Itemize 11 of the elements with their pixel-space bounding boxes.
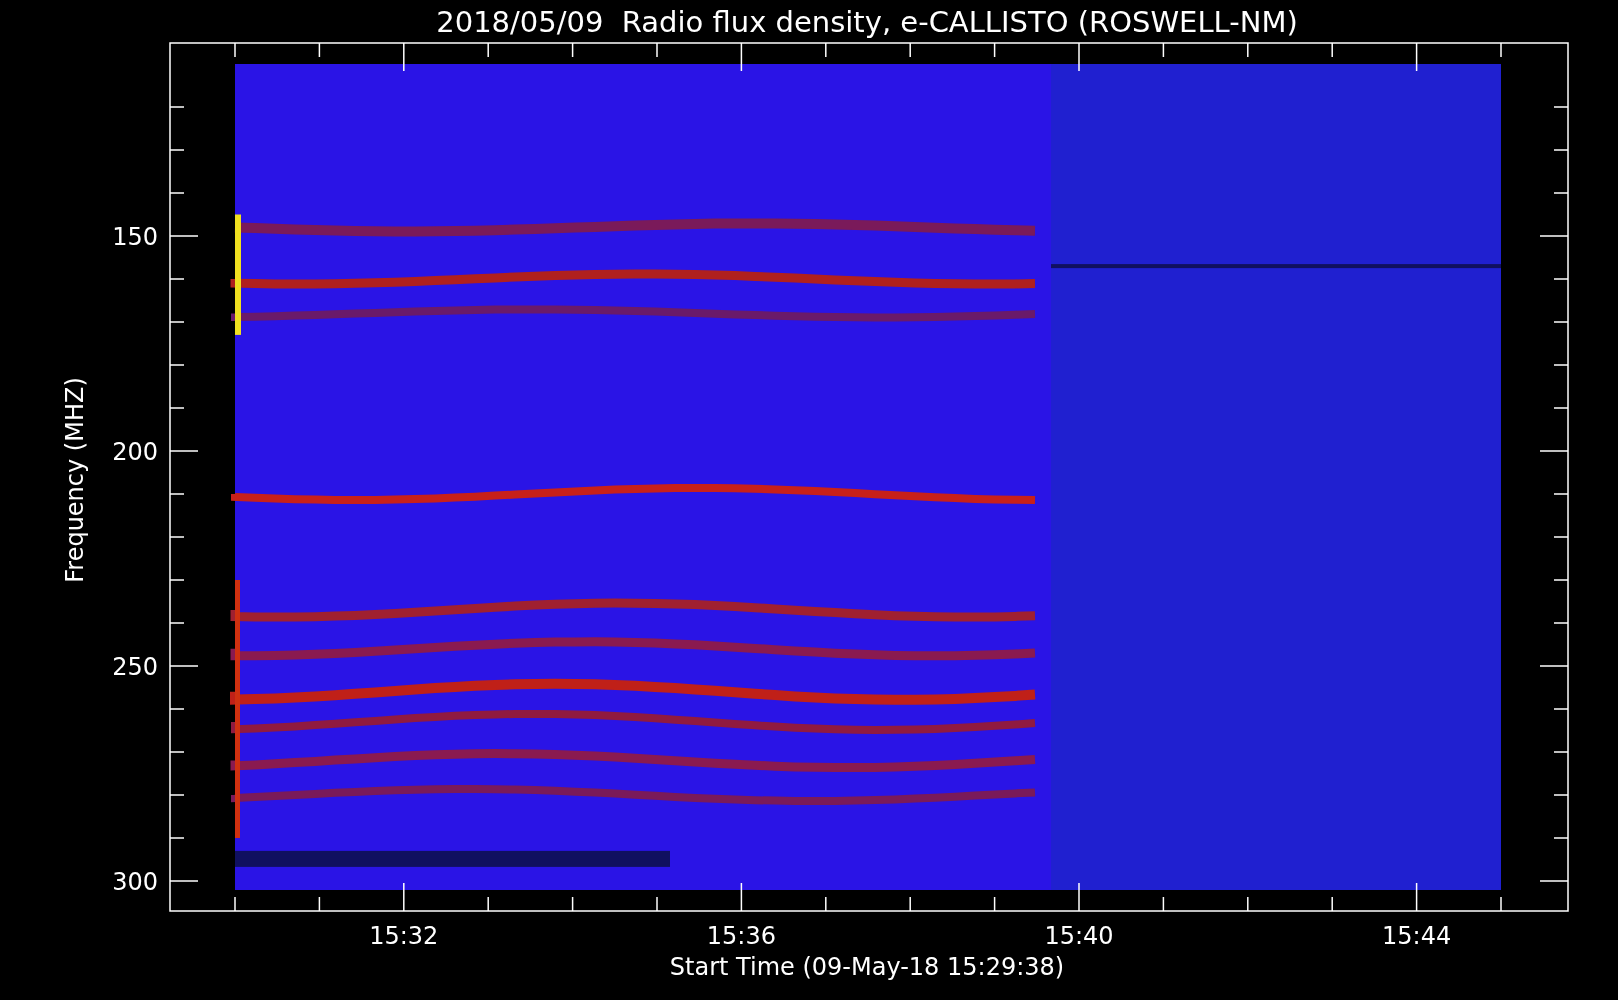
x-tick-label: 15:44 — [1382, 922, 1452, 950]
y-axis-label: Frequency (MHZ) — [61, 377, 89, 583]
y-tick-label: 250 — [112, 653, 158, 681]
x-axis-label: Start Time (09-May-18 15:29:38) — [669, 953, 1065, 981]
y-tick-label: 150 — [112, 223, 158, 251]
x-tick-label: 15:32 — [369, 922, 439, 950]
x-tick-label: 15:36 — [706, 922, 776, 950]
y-tick-label: 300 — [112, 868, 158, 896]
x-tick-label: 15:40 — [1044, 922, 1114, 950]
y-tick-label: 200 — [112, 438, 158, 466]
chart-title: 2018/05/09 Radio flux density, e-CALLISTO (ROSWELL-NM) — [436, 5, 1298, 39]
